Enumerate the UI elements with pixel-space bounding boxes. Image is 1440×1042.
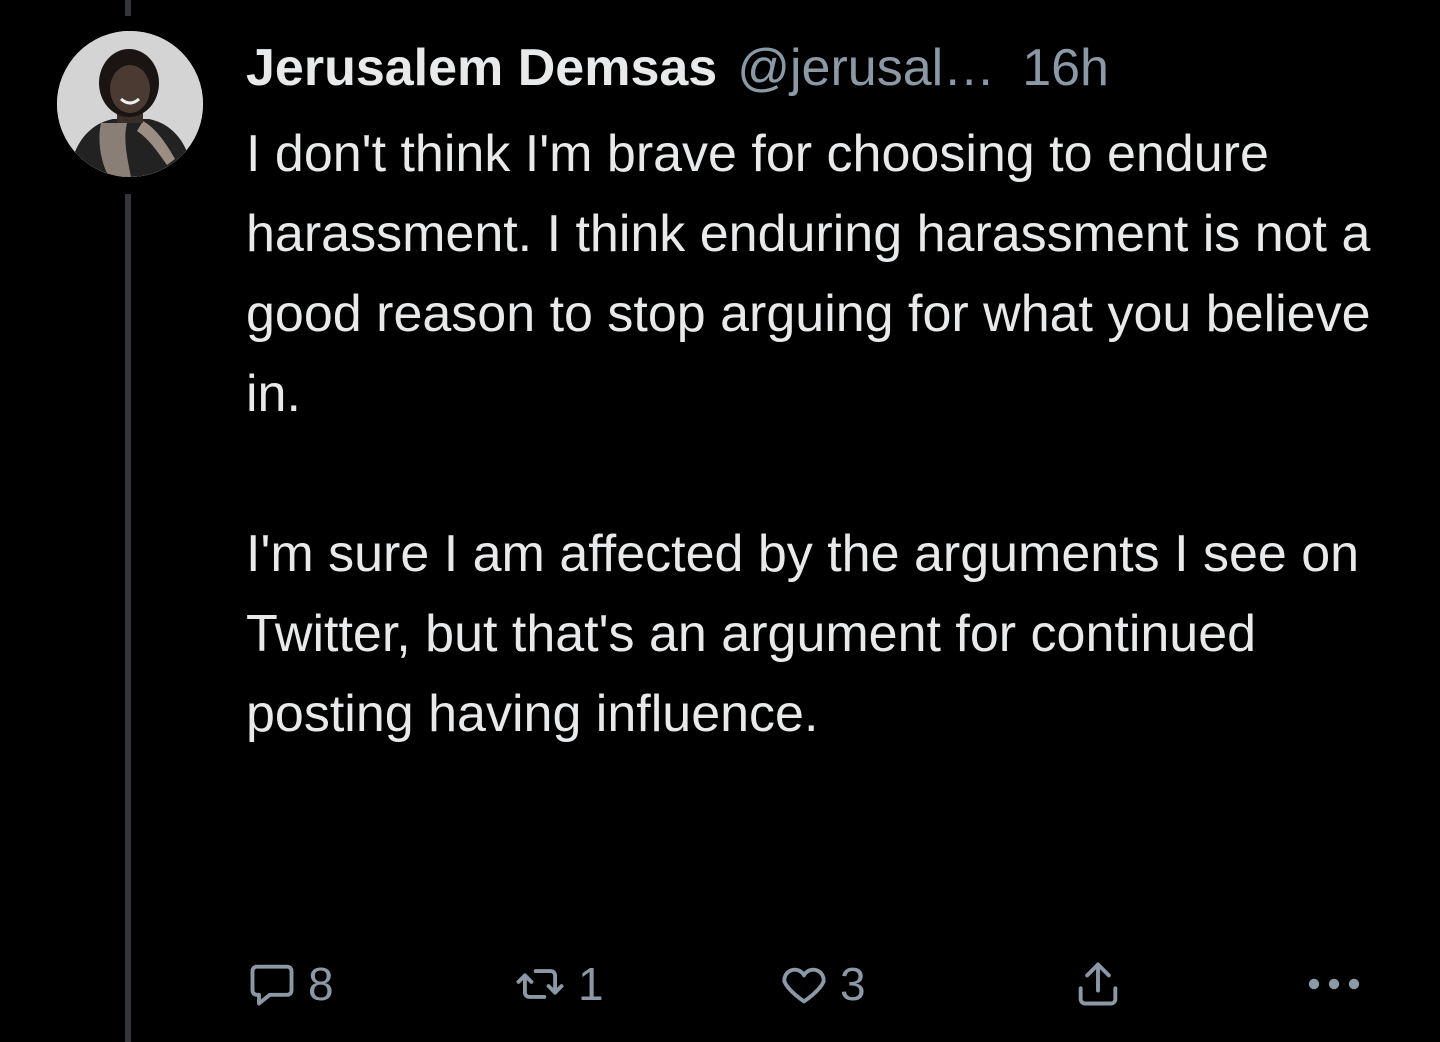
heart-icon	[778, 958, 830, 1010]
tweet-content: Jerusalem Demsas @jerusalem... 16h I don…	[246, 30, 1406, 754]
tweet-header: Jerusalem Demsas @jerusalem... 16h	[246, 30, 1406, 106]
like-button[interactable]: 3	[778, 954, 866, 1014]
author-handle[interactable]: @jerusalem...	[737, 30, 1022, 106]
like-count: 3	[840, 958, 866, 1010]
avatar[interactable]	[57, 31, 203, 177]
tweet-paragraph: I'm sure I am affected by the arguments …	[246, 525, 1360, 743]
retweet-count: 1	[578, 958, 604, 1010]
tweet-text: I don't think I'm brave for choosing to …	[246, 114, 1406, 754]
thread-line-bottom	[125, 194, 131, 1042]
reply-count: 8	[308, 958, 334, 1010]
share-icon	[1072, 958, 1124, 1010]
tweet-actions: 8 1 3	[246, 954, 1366, 1014]
tweet-timestamp[interactable]: 16h	[1022, 30, 1109, 106]
thread-line-top	[125, 0, 131, 16]
retweet-icon	[512, 958, 568, 1010]
retweet-button[interactable]: 1	[512, 954, 604, 1014]
more-options-button[interactable]	[1306, 954, 1362, 1014]
speech-bubble-icon	[246, 958, 298, 1010]
tweet-paragraph: I don't think I'm brave for choosing to …	[246, 125, 1371, 423]
more-dots-icon	[1306, 974, 1362, 994]
reply-button[interactable]: 8	[246, 954, 334, 1014]
share-button[interactable]	[1072, 954, 1124, 1014]
author-name[interactable]: Jerusalem Demsas	[246, 30, 717, 106]
